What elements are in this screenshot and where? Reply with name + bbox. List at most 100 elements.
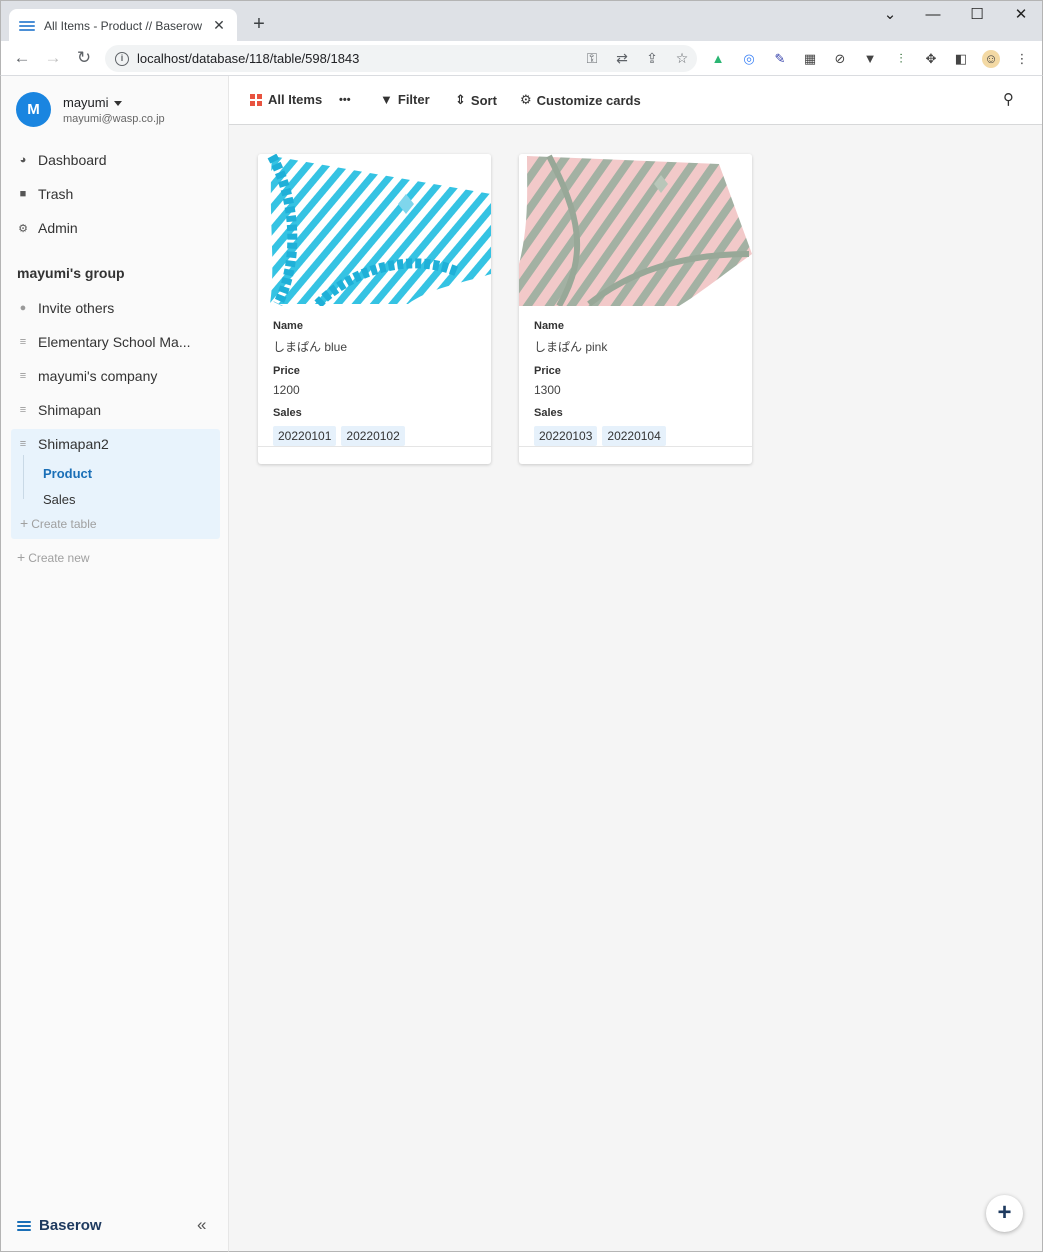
user-name-text: mayumi: [63, 94, 109, 110]
create-table-link[interactable]: + Create table: [20, 515, 97, 531]
customize-cards-button[interactable]: ⚙ Customize cards: [520, 92, 641, 108]
sidebar-item-dashboard[interactable]: ◕ Dashboard: [17, 150, 107, 170]
extensions-puzzle-icon[interactable]: ✥: [922, 50, 940, 68]
tab-close-icon[interactable]: ✕: [211, 17, 227, 34]
add-row-button[interactable]: +: [986, 1195, 1023, 1232]
filter-funnel-icon[interactable]: ▼: [861, 50, 879, 68]
tab-title: All Items - Product // Baserow: [44, 18, 203, 33]
maximize-button[interactable]: ☐: [963, 5, 991, 25]
url-text[interactable]: localhost/database/118/table/598/1843: [137, 51, 577, 66]
search-icon[interactable]: ⚲: [1003, 90, 1014, 108]
eyedropper-icon[interactable]: ✎: [771, 50, 789, 68]
users-cog-icon: ⚙: [18, 222, 28, 235]
user-menu[interactable]: M mayumi mayumi@wasp.co.jp: [16, 92, 165, 127]
gallery-view-icon: [250, 93, 262, 106]
sidebar-item-admin[interactable]: ⚙ Admin: [17, 218, 78, 238]
gear-icon: ⚙: [520, 92, 532, 107]
gallery-card[interactable]: Name しまぱん pink Price 1300 Sales 20220103…: [519, 154, 752, 464]
qr-code-icon[interactable]: ▦: [801, 50, 819, 68]
sidebar-item-invite[interactable]: ● Invite others: [17, 298, 115, 318]
browser-tab-strip: All Items - Product // Baserow ✕ + ⌄ — ☐…: [0, 0, 1043, 42]
equalizer-icon[interactable]: ⫶: [892, 50, 910, 68]
sales-tags: 20220101 20220102: [273, 426, 476, 446]
sidebar-database-shimapan[interactable]: ≡ Shimapan: [17, 400, 101, 420]
link-row-tag: 20220102: [341, 426, 405, 446]
brand-name: Baserow: [39, 1217, 102, 1234]
profile-avatar-icon[interactable]: ☺: [982, 50, 1000, 68]
create-table-label: Create table: [31, 517, 97, 531]
view-selector-button[interactable]: All Items: [250, 92, 322, 107]
user-email: mayumi@wasp.co.jp: [63, 112, 165, 125]
user-name: mayumi: [63, 95, 165, 110]
browser-tab[interactable]: All Items - Product // Baserow ✕: [9, 9, 237, 42]
reload-button[interactable]: ↻: [73, 47, 95, 69]
gallery-card[interactable]: Name しまぱん blue Price 1200 Sales 20220101…: [258, 154, 491, 464]
sidebar-database-company[interactable]: ≡ mayumi's company: [17, 366, 158, 386]
site-info-icon[interactable]: i: [115, 51, 129, 66]
view-more-button[interactable]: •••: [339, 94, 351, 106]
field-value-name: しまぱん pink: [534, 340, 608, 354]
link-row-tag: 20220103: [534, 426, 598, 446]
sidebar-item-trash[interactable]: ■ Trash: [17, 184, 74, 204]
avatar: M: [16, 92, 51, 127]
striped-garment-illustration: [258, 154, 491, 306]
sort-label: Sort: [470, 92, 497, 108]
group-title[interactable]: mayumi's group: [17, 265, 125, 281]
field-label-name: Name: [273, 320, 303, 332]
key-icon[interactable]: ⚿: [577, 50, 607, 67]
create-new-label: Create new: [28, 551, 90, 565]
trash-icon: ■: [19, 188, 27, 200]
sidebar-database-elementary[interactable]: ≡ Elementary School Ma...: [17, 332, 191, 352]
field-value-name: しまぱん blue: [273, 340, 348, 354]
card-footer: [258, 446, 491, 447]
sidebar-database-shimapan2[interactable]: ≡ Shimapan2: [17, 434, 109, 454]
back-button[interactable]: ←: [11, 47, 33, 69]
side-panel-icon[interactable]: ◧: [952, 50, 970, 68]
sidebar-item-label: Trash: [38, 186, 74, 202]
database-icon: ≡: [19, 336, 27, 348]
field-value-price: 1300: [534, 383, 561, 397]
sidebar: M mayumi mayumi@wasp.co.jp ◕ Dashboard ■…: [0, 76, 229, 1252]
field-label-sales: Sales: [534, 407, 563, 419]
sidebar-item-label: Invite others: [38, 300, 115, 316]
extension-ring-icon[interactable]: ◎: [740, 50, 758, 68]
filter-button[interactable]: ▼ Filter: [380, 92, 430, 107]
card-cover-image: [519, 154, 752, 306]
sidebar-item-label: Shimapan2: [38, 436, 109, 452]
database-icon: ≡: [19, 404, 27, 416]
database-icon: ≡: [19, 438, 27, 450]
share-icon[interactable]: ⇪: [637, 50, 667, 67]
user-info: mayumi mayumi@wasp.co.jp: [63, 95, 165, 125]
address-bar[interactable]: i localhost/database/118/table/598/1843 …: [105, 45, 697, 72]
filter-label: Filter: [397, 92, 430, 107]
field-label-name: Name: [534, 320, 564, 332]
striped-garment-illustration: [519, 154, 752, 306]
field-label-price: Price: [534, 365, 561, 377]
baserow-brand[interactable]: Baserow: [17, 1217, 102, 1234]
collapse-sidebar-button[interactable]: «: [197, 1215, 206, 1235]
close-window-button[interactable]: ✕: [1007, 5, 1035, 25]
sidebar-item-label: Elementary School Ma...: [38, 334, 191, 350]
forward-button[interactable]: →: [42, 47, 64, 69]
link-row-tag: 20220104: [602, 426, 666, 446]
minimize-button[interactable]: —: [919, 5, 947, 25]
baserow-logo-icon: [17, 1220, 31, 1231]
caret-down-icon: [113, 100, 122, 106]
field-label-sales: Sales: [273, 407, 302, 419]
vue-devtools-icon[interactable]: ▲: [709, 50, 727, 68]
translate-icon[interactable]: ⇄: [607, 50, 637, 67]
bookmark-star-icon[interactable]: ☆: [667, 50, 697, 67]
browser-menu-icon[interactable]: ⋮: [1013, 50, 1031, 68]
create-new-link[interactable]: + Create new: [17, 549, 90, 565]
tab-search-icon[interactable]: ⌄: [876, 5, 904, 25]
users-icon: ●: [19, 302, 27, 314]
sort-icon: ⇕: [455, 92, 466, 107]
block-icon[interactable]: ⊘: [831, 50, 849, 68]
sidebar-item-label: mayumi's company: [38, 368, 158, 384]
sidebar-table-sales[interactable]: Sales: [43, 492, 76, 507]
sidebar-table-product[interactable]: Product: [43, 466, 92, 481]
sort-button[interactable]: ⇕ Sort: [455, 92, 497, 108]
new-tab-button[interactable]: +: [248, 13, 270, 35]
database-icon: ≡: [19, 370, 27, 382]
field-label-price: Price: [273, 365, 300, 377]
